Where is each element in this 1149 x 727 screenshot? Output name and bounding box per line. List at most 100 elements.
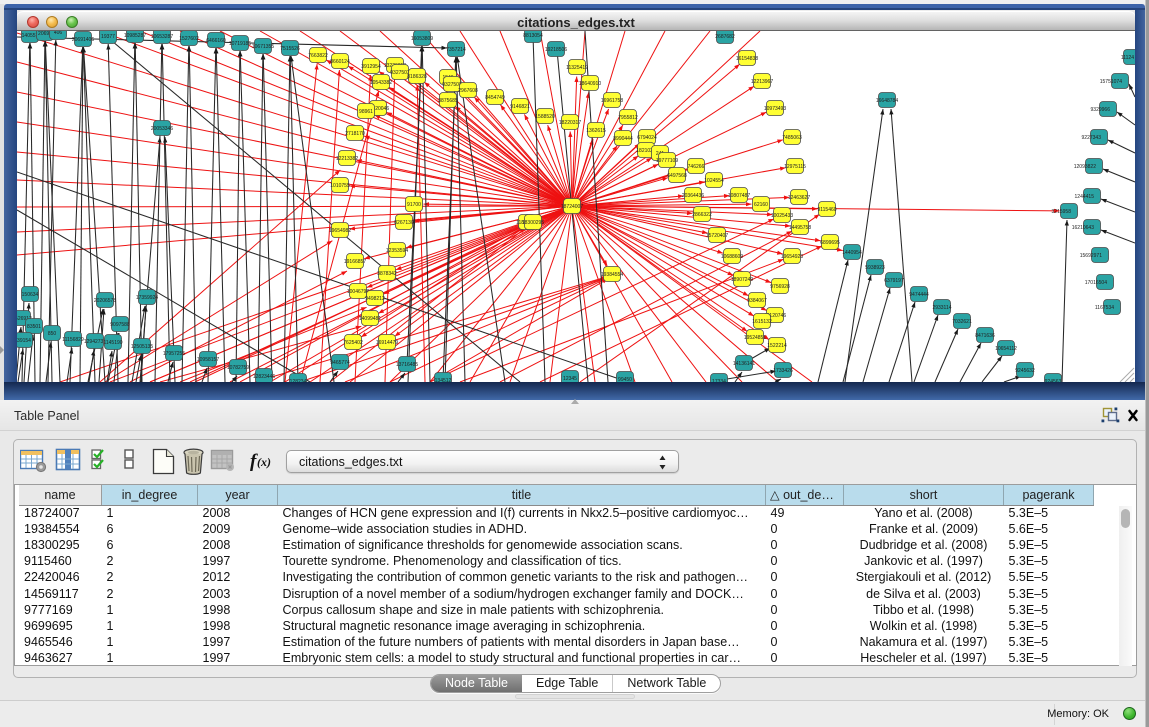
- svg-text:406: 406: [54, 31, 63, 36]
- svg-text:12353594: 12353594: [386, 248, 408, 254]
- svg-text:8660124: 8660124: [330, 59, 350, 65]
- svg-text:83501: 83501: [27, 324, 41, 330]
- svg-text:20053346: 20053346: [151, 126, 173, 132]
- svg-text:10671355: 10671355: [252, 44, 274, 50]
- svg-text:1362615: 1362615: [586, 128, 606, 134]
- svg-text:2718170: 2718170: [345, 131, 365, 137]
- svg-text:14495758: 14495758: [789, 225, 811, 231]
- svg-text:7515526: 7515526: [280, 46, 300, 52]
- svg-text:39154: 39154: [17, 338, 31, 344]
- svg-text:19166857: 19166857: [344, 259, 366, 265]
- svg-text:3215958: 3215958: [1052, 209, 1072, 215]
- svg-text:6466160: 6466160: [206, 38, 226, 44]
- svg-text:12345: 12345: [563, 376, 577, 382]
- svg-text:19654982: 19654982: [329, 228, 351, 234]
- svg-text:19777109: 19777109: [656, 158, 678, 164]
- svg-text:2933114: 2933114: [932, 305, 951, 311]
- svg-text:7357214: 7357214: [446, 47, 466, 53]
- svg-text:6379197: 6379197: [884, 278, 904, 284]
- svg-text:15692971: 15692971: [1080, 253, 1102, 259]
- svg-text:11156829: 11156829: [62, 337, 84, 343]
- svg-text:10046798: 10046798: [347, 289, 369, 295]
- svg-text:16154838: 16154838: [736, 56, 758, 62]
- svg-text:12823446: 12823446: [253, 374, 275, 380]
- svg-text:9115460: 9115460: [817, 207, 836, 213]
- svg-text:128234: 128234: [290, 379, 307, 382]
- svg-text:20206578: 20206578: [94, 298, 116, 304]
- svg-text:3912954: 3912954: [361, 64, 381, 70]
- svg-text:16914479: 16914479: [376, 340, 398, 346]
- svg-text:16053809: 16053809: [411, 36, 433, 42]
- svg-text:8990444: 8990444: [613, 136, 633, 142]
- svg-text:8471636: 8471636: [975, 333, 995, 339]
- svg-text:18640910: 18640910: [579, 81, 601, 87]
- svg-text:7955812: 7955812: [618, 115, 638, 121]
- svg-text:10719185: 10719185: [229, 41, 251, 47]
- svg-text:10653287: 10653287: [151, 34, 173, 40]
- svg-text:140557: 140557: [22, 33, 39, 39]
- svg-text:3875685: 3875685: [438, 98, 458, 104]
- svg-text:13716485: 13716485: [396, 362, 418, 368]
- svg-text:17334: 17334: [712, 379, 726, 382]
- svg-text:1522214: 1522214: [767, 343, 787, 349]
- svg-text:1527602: 1527602: [179, 36, 199, 42]
- svg-text:9146821: 9146821: [510, 104, 530, 110]
- svg-text:10543382: 10543382: [370, 80, 392, 86]
- svg-text:19524851: 19524851: [744, 335, 766, 341]
- svg-text:9227343: 9227343: [1082, 135, 1102, 141]
- svg-text:8186328: 8186328: [407, 74, 427, 80]
- svg-text:746266: 746266: [688, 164, 705, 170]
- svg-text:1588520: 1588520: [535, 114, 555, 120]
- svg-text:20364436: 20364436: [682, 193, 704, 199]
- svg-text:9474444: 9474444: [909, 292, 929, 298]
- svg-text:9329966: 9329966: [1091, 107, 1111, 113]
- svg-text:19218506: 19218506: [545, 47, 567, 53]
- svg-text:6497568: 6497568: [667, 173, 687, 179]
- svg-text:99450: 99450: [618, 377, 632, 382]
- svg-text:1010755: 1010755: [330, 183, 350, 189]
- svg-text:19384554: 19384554: [601, 272, 623, 278]
- svg-text:9384067: 9384067: [747, 298, 767, 304]
- svg-text:7663822: 7663822: [308, 53, 328, 59]
- svg-text:1615132: 1615132: [752, 319, 772, 325]
- svg-text:19654923: 19654923: [781, 254, 803, 260]
- svg-text:924563: 924563: [1045, 379, 1062, 382]
- svg-text:62160: 62160: [754, 202, 768, 208]
- svg-text:15751074: 15751074: [1100, 79, 1122, 85]
- svg-text:1440954: 1440954: [842, 250, 862, 256]
- svg-text:1024554: 1024554: [704, 178, 724, 184]
- svg-text:17957255: 17957255: [163, 351, 185, 357]
- svg-text:10807487: 10807487: [728, 193, 750, 199]
- svg-text:18300295: 18300295: [522, 220, 544, 226]
- svg-text:91700: 91700: [407, 202, 421, 208]
- svg-text:850: 850: [48, 331, 57, 337]
- svg-text:1733426: 1733426: [773, 368, 793, 374]
- svg-text:10025433: 10025433: [771, 213, 793, 219]
- svg-text:6794024: 6794024: [637, 135, 657, 141]
- svg-text:8813054: 8813054: [523, 33, 543, 39]
- svg-text:10958157: 10958157: [197, 357, 219, 363]
- svg-text:16961758: 16961758: [601, 98, 623, 104]
- svg-text:2866322: 2866322: [692, 212, 712, 218]
- svg-text:2687682: 2687682: [715, 34, 735, 40]
- svg-text:17016504: 17016504: [1085, 280, 1107, 286]
- svg-text:14099481: 14099481: [359, 316, 381, 322]
- svg-text:18220317: 18220317: [559, 120, 581, 126]
- svg-text:10985287: 10985287: [124, 33, 146, 39]
- svg-text:14136141: 14136141: [733, 361, 755, 367]
- svg-text:12093822: 12093822: [1074, 164, 1096, 170]
- svg-text:1145190: 1145190: [103, 340, 122, 346]
- svg-text:12505135: 12505135: [131, 344, 153, 350]
- svg-text:10782759: 10782759: [227, 365, 249, 371]
- svg-text:18907249: 18907249: [731, 277, 753, 283]
- svg-text:9465774: 9465774: [330, 360, 350, 366]
- svg-text:134512: 134512: [435, 378, 452, 382]
- svg-text:16648784: 16648784: [876, 98, 898, 104]
- svg-text:12975115: 12975115: [784, 164, 806, 170]
- svg-text:1167534: 1167534: [1095, 305, 1114, 311]
- svg-text:7032621: 7032621: [952, 319, 972, 325]
- svg-text:9756928: 9756928: [770, 284, 790, 290]
- svg-text:6899695: 6899695: [820, 240, 840, 246]
- svg-text:9245632: 9245632: [1015, 368, 1035, 374]
- svg-text:9097588: 9097588: [110, 322, 130, 328]
